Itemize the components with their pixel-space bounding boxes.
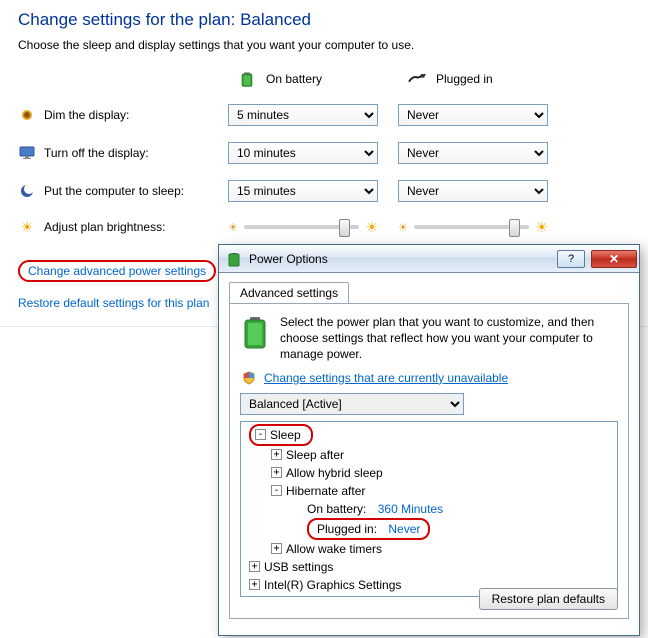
turnoff-battery-select[interactable]: 10 minutes xyxy=(228,142,378,164)
row-dim-display: Dim the display: xyxy=(18,106,218,124)
sun-low-icon: ☀ xyxy=(398,221,408,234)
brightness-plugged-slider[interactable]: ☀ ☀ xyxy=(398,219,548,236)
page-subtitle: Choose the sleep and display settings th… xyxy=(18,38,630,52)
sun-high-icon: ☀ xyxy=(365,219,378,236)
row-turnoff-display: Turn off the display: xyxy=(18,144,218,162)
expand-icon[interactable]: + xyxy=(249,579,260,590)
row-brightness: ☀ Adjust plan brightness: xyxy=(18,218,218,236)
dialog-title: Power Options xyxy=(249,252,551,266)
dim-battery-select[interactable]: 5 minutes xyxy=(228,104,378,126)
hibernate-on-battery-label: On battery: xyxy=(307,500,366,518)
unavailable-settings-link[interactable]: Change settings that are currently unava… xyxy=(264,371,508,385)
sun-low-icon: ☀ xyxy=(228,221,238,234)
restore-defaults-link[interactable]: Restore default settings for this plan xyxy=(18,296,209,310)
battery-icon xyxy=(225,250,243,268)
tree-node-hybrid-sleep[interactable]: Allow hybrid sleep xyxy=(286,464,383,482)
dim-icon xyxy=(18,106,36,124)
hibernate-plugged-label: Plugged in: xyxy=(317,520,377,538)
tree-node-hibernate-after[interactable]: Hibernate after xyxy=(286,482,365,500)
expand-icon[interactable]: + xyxy=(271,543,282,554)
shield-icon xyxy=(240,369,258,387)
change-advanced-link[interactable]: Change advanced power settings xyxy=(18,260,216,282)
brightness-battery-slider[interactable]: ☀ ☀ xyxy=(228,219,378,236)
hibernate-plugged-value[interactable]: Never xyxy=(388,520,420,538)
monitor-icon xyxy=(18,144,36,162)
sun-high-icon: ☀ xyxy=(535,219,548,236)
tab-advanced-settings[interactable]: Advanced settings xyxy=(229,282,349,304)
sleep-battery-select[interactable]: 15 minutes xyxy=(228,180,378,202)
settings-tree[interactable]: - Sleep + Sleep after + Allow hybrid sle… xyxy=(240,421,618,597)
dim-plugged-select[interactable]: Never xyxy=(398,104,548,126)
close-button[interactable]: ✕ xyxy=(591,250,637,268)
collapse-icon[interactable]: - xyxy=(271,485,282,496)
row-sleep: Put the computer to sleep: xyxy=(18,182,218,200)
collapse-icon[interactable]: - xyxy=(255,429,266,440)
dialog-description: Select the power plan that you want to c… xyxy=(280,314,618,363)
column-header-plugged: Plugged in xyxy=(398,70,558,88)
sleep-plugged-select[interactable]: Never xyxy=(398,180,548,202)
power-options-dialog: Power Options ? ✕ Advanced settings Sele… xyxy=(218,244,640,636)
plug-icon xyxy=(408,70,426,88)
moon-icon xyxy=(18,182,36,200)
tree-node-sleep-after[interactable]: Sleep after xyxy=(286,446,344,464)
tree-node-graphics[interactable]: Intel(R) Graphics Settings xyxy=(264,576,401,594)
tree-node-sleep[interactable]: Sleep xyxy=(270,426,301,444)
sun-icon: ☀ xyxy=(18,218,36,236)
tree-node-wake-timers[interactable]: Allow wake timers xyxy=(286,540,382,558)
expand-icon[interactable]: + xyxy=(271,467,282,478)
page-title: Change settings for the plan: Balanced xyxy=(18,10,630,30)
dialog-titlebar[interactable]: Power Options ? ✕ xyxy=(219,245,639,273)
expand-icon[interactable]: + xyxy=(271,449,282,460)
expand-icon[interactable]: + xyxy=(249,561,260,572)
turnoff-plugged-select[interactable]: Never xyxy=(398,142,548,164)
power-plan-select[interactable]: Balanced [Active] xyxy=(240,393,464,415)
restore-plan-defaults-button[interactable]: Restore plan defaults xyxy=(479,588,618,610)
column-header-battery: On battery xyxy=(228,70,388,88)
battery-icon xyxy=(238,70,256,88)
tree-node-usb[interactable]: USB settings xyxy=(264,558,333,576)
help-button[interactable]: ? xyxy=(557,250,585,268)
hibernate-on-battery-value[interactable]: 360 Minutes xyxy=(378,500,443,518)
battery-large-icon xyxy=(240,314,270,363)
tree-node-power-buttons[interactable]: Power buttons and lid xyxy=(264,594,379,597)
